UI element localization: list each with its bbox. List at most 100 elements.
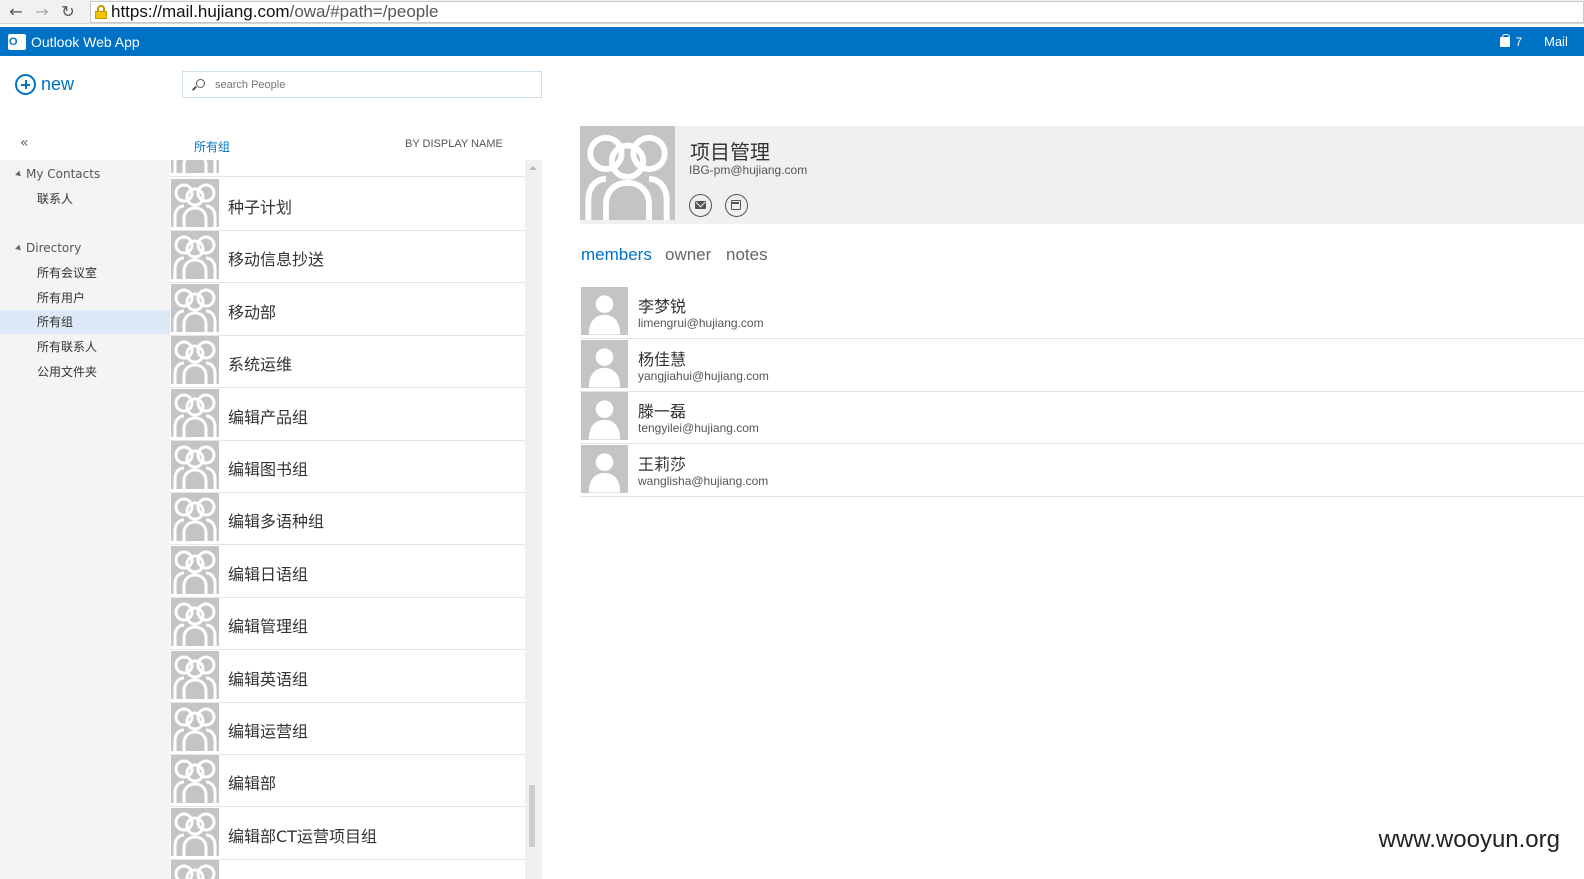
member-avatar <box>581 340 628 388</box>
expand-triangle-icon <box>15 170 23 178</box>
list-item-label: 编辑日语组 <box>228 564 309 584</box>
list-item-partial[interactable] <box>170 160 525 177</box>
person-silhouette-icon <box>588 453 621 493</box>
sort-by-display-name[interactable]: BY DISPLAY NAME <box>405 138 503 150</box>
forward-icon[interactable]: → <box>32 2 52 22</box>
tab-owner[interactable]: owner <box>665 245 711 265</box>
scroll-thumb[interactable] <box>529 785 535 847</box>
list-filter-label[interactable]: 所有组 <box>194 138 230 155</box>
collapse-nav-button[interactable]: « <box>20 135 29 151</box>
group-avatar <box>171 545 219 594</box>
group-detail-header: 项目管理 IBG-pm@hujiang.com <box>580 126 1584 224</box>
member-row[interactable]: 杨佳慧 yangjiahui@hujiang.com <box>580 339 1584 392</box>
group-avatar <box>580 126 675 220</box>
member-name: 滕一磊 <box>638 402 687 421</box>
group-avatar <box>171 441 219 489</box>
person-silhouette-icon <box>588 295 621 335</box>
member-row[interactable]: 滕一磊 tengyilei@hujiang.com <box>580 391 1584 444</box>
group-avatar <box>171 388 219 437</box>
group-silhouette-icon <box>173 160 217 173</box>
group-email: IBG-pm@hujiang.com <box>689 163 808 177</box>
back-icon[interactable]: ← <box>6 2 26 22</box>
send-email-button[interactable] <box>689 194 712 217</box>
member-row[interactable]: 李梦锐 limengrui@hujiang.com <box>580 286 1584 339</box>
group-silhouette-icon <box>174 864 216 879</box>
list-item[interactable]: 编辑英语组 <box>170 650 525 703</box>
group-avatar <box>171 703 219 751</box>
mail-link[interactable]: Mail <box>1544 34 1584 49</box>
group-avatar <box>171 860 219 879</box>
nav-item-contacts[interactable]: 联系人 <box>0 187 170 211</box>
list-item[interactable]: 编辑运营组 <box>170 702 525 755</box>
nav-item-all-contacts[interactable]: 所有联系人 <box>0 335 170 359</box>
list-item-label: 移动部 <box>228 302 277 322</box>
nav-item-public-folders[interactable]: 公用文件夹 <box>0 360 170 384</box>
group-silhouette-icon <box>173 497 217 542</box>
schedule-meeting-button[interactable] <box>725 194 748 217</box>
expand-triangle-icon <box>15 244 23 252</box>
scroll-up-arrow-icon[interactable] <box>529 166 537 170</box>
reload-icon[interactable]: ↻ <box>58 2 78 22</box>
list-item-label: 编辑多语种组 <box>228 512 325 532</box>
group-avatar <box>171 493 219 542</box>
watermark-text: www.wooyun.org <box>1378 826 1560 853</box>
person-silhouette-icon <box>588 348 621 388</box>
url-host: https://mail.hujiang.com <box>111 1 290 21</box>
member-email: yangjiahui@hujiang.com <box>638 369 769 383</box>
url-text: https://mail.hujiang.com/owa/#path=/peop… <box>111 2 438 22</box>
nav-item-all-groups[interactable]: 所有组 <box>0 310 170 334</box>
list-item[interactable]: 编辑多语种组 <box>170 492 525 546</box>
member-avatar <box>581 445 628 493</box>
list-item[interactable]: 编辑部 <box>170 754 525 808</box>
group-silhouette-icon <box>173 759 217 804</box>
new-button[interactable]: new <box>15 74 74 95</box>
tab-members[interactable]: members <box>581 245 652 265</box>
nav-item-all-rooms[interactable]: 所有会议室 <box>0 261 170 285</box>
person-silhouette-icon <box>588 400 621 440</box>
nav-section-label: My Contacts <box>26 167 101 181</box>
notification-count[interactable]: 7 <box>1515 35 1522 49</box>
folder-pane: My Contacts 联系人 Directory 所有会议室 所有用户 所有组… <box>0 160 170 879</box>
list-item[interactable]: 移动信息抄送 <box>170 230 525 284</box>
list-item[interactable]: 系统运维 <box>170 335 525 389</box>
list-item[interactable]: 编辑图书组 <box>170 440 525 493</box>
nav-section-my-contacts[interactable]: My Contacts <box>15 167 101 181</box>
member-name: 杨佳慧 <box>638 350 687 369</box>
member-avatar <box>581 392 628 440</box>
outlook-logo-icon: O <box>8 33 26 50</box>
group-avatar <box>171 650 219 699</box>
list-item-partial[interactable] <box>170 859 525 879</box>
logo-letter: O <box>9 35 18 48</box>
nav-item-all-users[interactable]: 所有用户 <box>0 286 170 310</box>
member-email: limengrui@hujiang.com <box>638 316 764 330</box>
search-box[interactable] <box>182 71 542 98</box>
list-item[interactable]: 移动部 <box>170 283 525 336</box>
list-item-label: 编辑部CT运营项目组 <box>228 826 377 846</box>
group-avatar <box>171 598 219 647</box>
new-label: new <box>41 74 75 94</box>
member-row[interactable]: 王莉莎 wanglisha@hujiang.com <box>580 444 1584 497</box>
browser-toolbar: ← → ↻ https://mail.hujiang.com/owa/#path… <box>0 0 1584 24</box>
group-silhouette-icon <box>173 655 217 699</box>
group-avatar <box>171 755 219 804</box>
list-item-label: 移动信息抄送 <box>228 250 325 270</box>
search-input[interactable] <box>215 78 515 91</box>
list-item-label: 种子计划 <box>228 198 293 217</box>
group-silhouette-icon <box>173 235 217 280</box>
list-item[interactable]: 种子计划 <box>170 178 525 231</box>
list-item[interactable]: 编辑日语组 <box>170 545 525 598</box>
list-scrollbar[interactable] <box>525 160 542 879</box>
store-icon[interactable] <box>1500 33 1511 47</box>
plus-circle-icon <box>15 74 36 95</box>
address-bar[interactable]: https://mail.hujiang.com/owa/#path=/peop… <box>90 0 1584 23</box>
tab-notes[interactable]: notes <box>726 245 768 265</box>
search-icon <box>191 78 205 91</box>
list-item[interactable]: 编辑管理组 <box>170 597 525 651</box>
list-item[interactable]: 编辑部CT运营项目组 <box>170 807 525 860</box>
url-path: /owa/#path=/people <box>289 1 439 21</box>
nav-section-directory[interactable]: Directory <box>15 241 81 255</box>
member-email: wanglisha@hujiang.com <box>638 474 769 488</box>
group-avatar <box>171 336 219 385</box>
list-item[interactable]: 编辑产品组 <box>170 388 525 441</box>
list-item-label: 编辑部 <box>228 774 277 794</box>
